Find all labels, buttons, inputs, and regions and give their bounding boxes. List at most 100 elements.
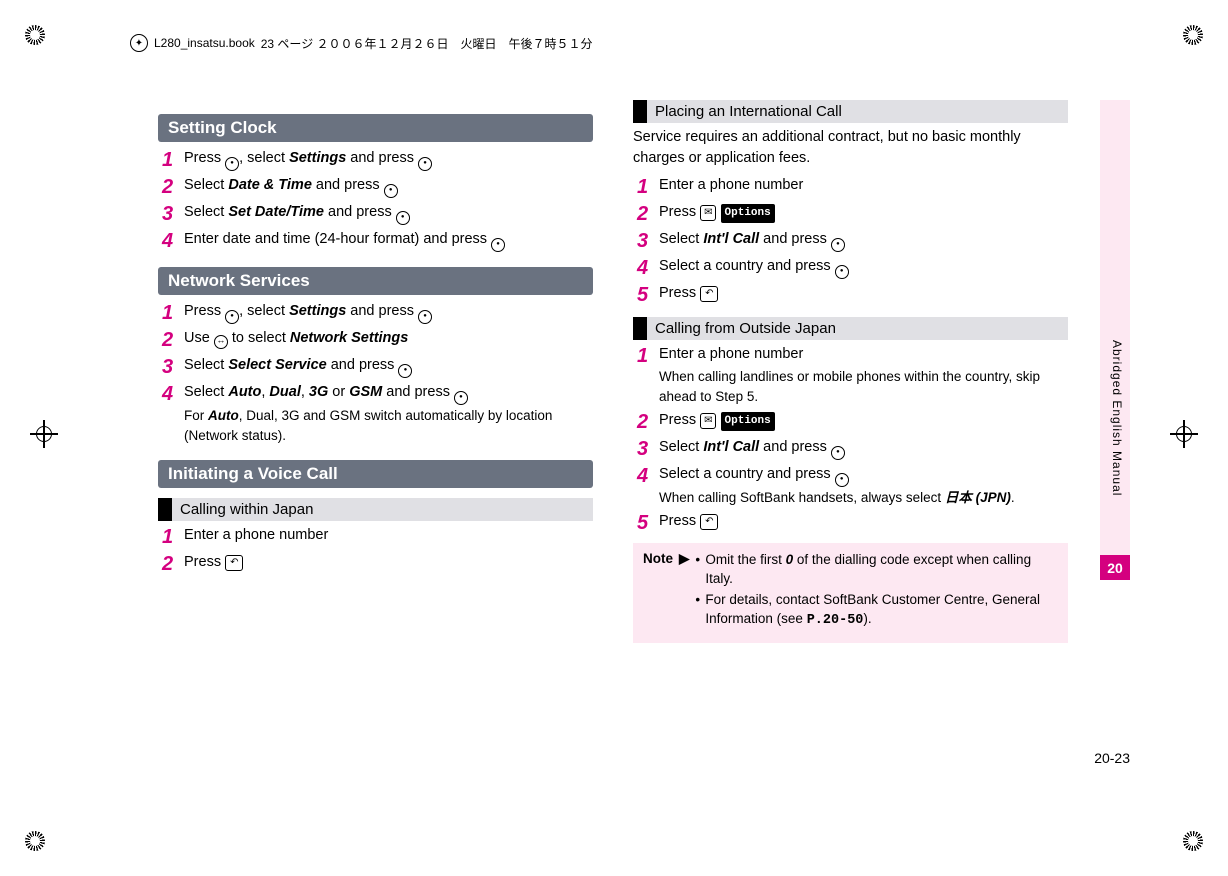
step: 4 Enter date and time (24-hour format) a… bbox=[162, 229, 593, 253]
options-softkey-icon: Options bbox=[721, 204, 775, 223]
page-body: Setting Clock 1 Press , select Settings … bbox=[158, 100, 1068, 643]
step: 3 Select Int'l Call and press bbox=[637, 229, 1068, 253]
step-text: Select Date & Time and press bbox=[184, 175, 593, 198]
step: 4 Select a country and press When callin… bbox=[637, 464, 1068, 508]
mail-key-icon: ✉ bbox=[700, 413, 716, 429]
step-number: 3 bbox=[162, 355, 184, 379]
step: 5 Press ↶ bbox=[637, 511, 1068, 535]
section-setting-clock: Setting Clock bbox=[158, 114, 593, 142]
mail-key-icon: ✉ bbox=[700, 205, 716, 221]
step: 5 Press ↶ bbox=[637, 283, 1068, 307]
step-number: 5 bbox=[637, 283, 659, 307]
print-header: ✦ L280_insatsu.book 23 ページ ２００６年１２月２６日 火… bbox=[130, 34, 593, 52]
step-text: Press , select Settings and press bbox=[184, 148, 593, 171]
step-text: Press ✉ Options bbox=[659, 202, 1068, 224]
step-number: 1 bbox=[162, 301, 184, 325]
note-item: For details, contact SoftBank Customer C… bbox=[695, 591, 1058, 631]
center-key-icon bbox=[831, 238, 845, 252]
left-column: Setting Clock 1 Press , select Settings … bbox=[158, 100, 593, 643]
step-number: 2 bbox=[162, 552, 184, 576]
call-key-icon: ↶ bbox=[700, 286, 718, 302]
step-number: 3 bbox=[162, 202, 184, 226]
step-number: 2 bbox=[162, 328, 184, 352]
step-text: Select Set Date/Time and press bbox=[184, 202, 593, 225]
center-key-icon bbox=[835, 265, 849, 279]
step: 1 Enter a phone number When calling land… bbox=[637, 344, 1068, 407]
side-tab-chapter: 20 bbox=[1100, 555, 1130, 580]
step-text: Select a country and press When calling … bbox=[659, 464, 1068, 508]
note-box: Note ▶ Omit the first 0 of the dialling … bbox=[633, 543, 1068, 643]
step: 3 Select Select Service and press bbox=[162, 355, 593, 379]
step-text: Enter a phone number When calling landli… bbox=[659, 344, 1068, 407]
step-number: 4 bbox=[637, 256, 659, 280]
step: 1 Press , select Settings and press bbox=[162, 301, 593, 325]
call-key-icon: ↶ bbox=[225, 555, 243, 571]
step-number: 3 bbox=[637, 437, 659, 461]
subsection-outside-japan: Calling from Outside Japan bbox=[633, 317, 1068, 340]
options-softkey-icon: Options bbox=[721, 412, 775, 431]
step-number: 2 bbox=[637, 202, 659, 226]
intro-text: Service requires an additional contract,… bbox=[633, 127, 1068, 169]
step-subtext: When calling SoftBank handsets, always s… bbox=[659, 488, 1068, 508]
step: 4 Select a country and press bbox=[637, 256, 1068, 280]
step: 2 Use to select Network Settings bbox=[162, 328, 593, 352]
step: 2 Press ✉ Options bbox=[637, 410, 1068, 434]
step: 1 Press , select Settings and press bbox=[162, 148, 593, 172]
step-number: 1 bbox=[162, 525, 184, 549]
step-text: Select Auto, Dual, 3G or GSM and press F… bbox=[184, 382, 593, 446]
step-text: Select Int'l Call and press bbox=[659, 437, 1068, 460]
step: 2 Select Date & Time and press bbox=[162, 175, 593, 199]
step: 3 Select Set Date/Time and press bbox=[162, 202, 593, 226]
step-number: 2 bbox=[637, 410, 659, 434]
step-text: Select Int'l Call and press bbox=[659, 229, 1068, 252]
center-key-icon bbox=[225, 157, 239, 171]
right-column: Placing an International Call Service re… bbox=[633, 100, 1068, 643]
center-key-icon bbox=[398, 364, 412, 378]
step-number: 4 bbox=[162, 382, 184, 406]
subsection-calling-japan: Calling within Japan bbox=[158, 498, 593, 521]
step-number: 4 bbox=[637, 464, 659, 488]
subsection-international-call: Placing an International Call bbox=[633, 100, 1068, 123]
header-globe-icon: ✦ bbox=[130, 34, 148, 52]
call-key-icon: ↶ bbox=[700, 514, 718, 530]
center-key-icon bbox=[418, 157, 432, 171]
center-key-icon bbox=[454, 391, 468, 405]
step: 4 Select Auto, Dual, 3G or GSM and press… bbox=[162, 382, 593, 446]
step-number: 1 bbox=[637, 344, 659, 368]
center-key-icon bbox=[384, 184, 398, 198]
page-number: 20-23 bbox=[1094, 750, 1130, 766]
step-number: 1 bbox=[162, 148, 184, 172]
section-voice-call: Initiating a Voice Call bbox=[158, 460, 593, 488]
step-text: Press ↶ bbox=[659, 283, 1068, 305]
step-text: Press ✉ Options bbox=[659, 410, 1068, 432]
step-number: 1 bbox=[637, 175, 659, 199]
step: 2 Press ✉ Options bbox=[637, 202, 1068, 226]
header-page-info: 23 ページ ２００６年１２月２６日 火曜日 午後７時５１分 bbox=[261, 35, 593, 52]
center-key-icon bbox=[831, 446, 845, 460]
note-item: Omit the first 0 of the dialling code ex… bbox=[695, 551, 1058, 589]
step-subtext: For Auto, Dual, 3G and GSM switch automa… bbox=[184, 406, 593, 447]
center-key-icon bbox=[225, 310, 239, 324]
step-text: Enter a phone number bbox=[184, 525, 593, 547]
step-subtext: When calling landlines or mobile phones … bbox=[659, 367, 1068, 408]
step: 1 Enter a phone number bbox=[162, 525, 593, 549]
center-key-icon bbox=[491, 238, 505, 252]
header-filename: L280_insatsu.book bbox=[154, 36, 255, 50]
step-text: Press ↶ bbox=[659, 511, 1068, 533]
step-number: 3 bbox=[637, 229, 659, 253]
left-right-key-icon bbox=[214, 335, 228, 349]
step-text: Press , select Settings and press bbox=[184, 301, 593, 324]
step: 2 Press ↶ bbox=[162, 552, 593, 576]
note-label: Note bbox=[643, 551, 673, 633]
note-body: Omit the first 0 of the dialling code ex… bbox=[695, 551, 1058, 633]
step-number: 5 bbox=[637, 511, 659, 535]
section-network-services: Network Services bbox=[158, 267, 593, 295]
center-key-icon bbox=[835, 473, 849, 487]
step-text: Enter a phone number bbox=[659, 175, 1068, 197]
step-text: Enter date and time (24-hour format) and… bbox=[184, 229, 593, 252]
center-key-icon bbox=[396, 211, 410, 225]
step-text: Use to select Network Settings bbox=[184, 328, 593, 350]
step-text: Press ↶ bbox=[184, 552, 593, 574]
side-tab-label: Abridged English Manual bbox=[1110, 340, 1124, 496]
note-arrow-icon: ▶ bbox=[679, 551, 689, 633]
